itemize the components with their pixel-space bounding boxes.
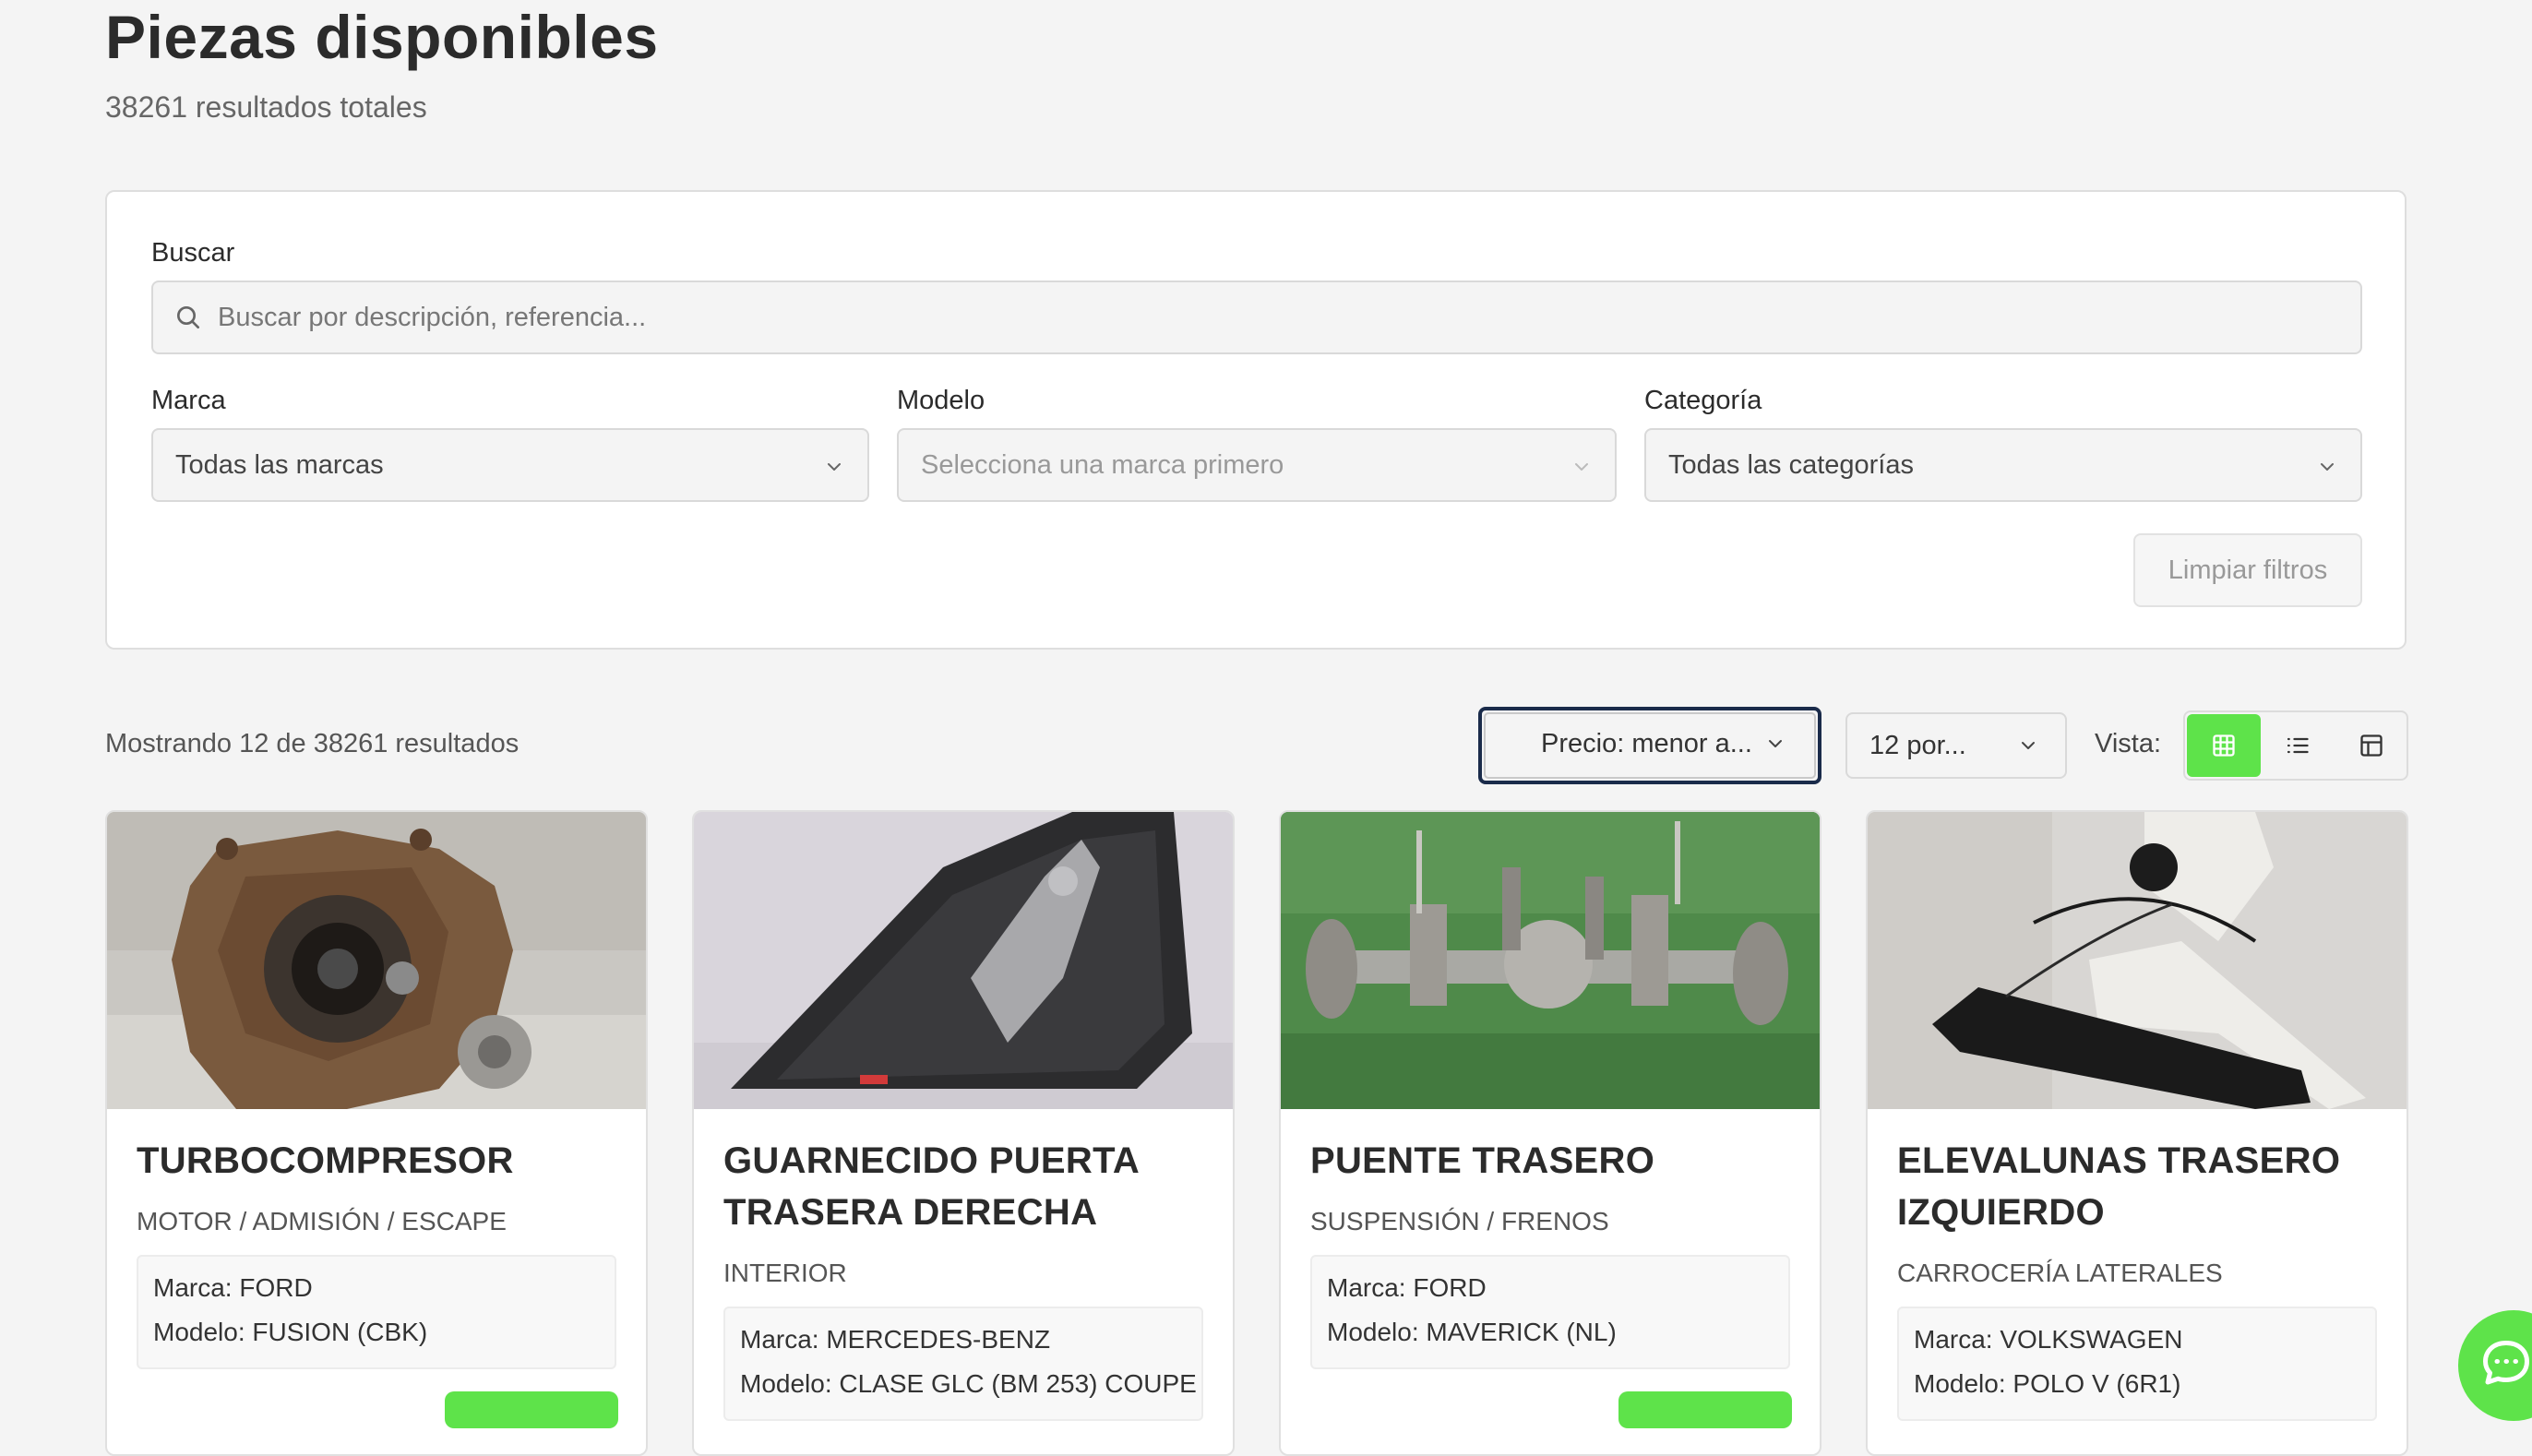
product-action-button[interactable] <box>1618 1391 1792 1428</box>
product-card[interactable]: ELEVALUNAS TRASERO IZQUIERDO CARROCERÍA … <box>1866 810 2408 1456</box>
view-label: Vista: <box>2095 729 2162 758</box>
product-card[interactable]: TURBOCOMPRESOR MOTOR / ADMISIÓN / ESCAPE… <box>105 810 648 1456</box>
model-label: Modelo <box>897 386 985 415</box>
list-view-button[interactable] <box>2261 714 2335 777</box>
clear-filters-button[interactable]: Limpiar filtros <box>2133 533 2362 607</box>
grid-icon <box>2213 734 2235 757</box>
chevron-down-icon <box>1769 740 1782 747</box>
page-title: Piezas disponibles <box>105 3 659 71</box>
product-info-box: Marca: VOLKSWAGEN Modelo: POLO V (6R1) <box>1897 1307 2377 1421</box>
product-category: INTERIOR <box>723 1259 847 1287</box>
product-brand: Marca: MERCEDES-BENZ <box>740 1325 1051 1354</box>
product-model: Modelo: MAVERICK (NL) <box>1327 1318 1617 1346</box>
product-info-box: Marca: FORD Modelo: FUSION (CBK) <box>137 1255 616 1369</box>
product-brand: Marca: FORD <box>1327 1273 1487 1302</box>
chevron-down-icon <box>2321 463 2334 471</box>
brand-label: Marca <box>151 386 226 415</box>
list-icon <box>2287 737 2309 754</box>
product-model: Modelo: FUSION (CBK) <box>153 1318 428 1346</box>
product-image <box>1281 812 1820 1109</box>
view-toggle <box>2183 710 2408 781</box>
model-select[interactable]: Selecciona una marca primero <box>897 428 1617 502</box>
product-category: MOTOR / ADMISIÓN / ESCAPE <box>137 1207 507 1235</box>
product-brand: Marca: VOLKSWAGEN <box>1914 1325 2183 1354</box>
grid-view-button[interactable] <box>2187 714 2261 777</box>
total-results-count: 38261 resultados totales <box>105 90 427 124</box>
sort-select-value: Precio: menor a... <box>1541 729 1752 758</box>
brand-select-value: Todas las marcas <box>175 450 384 480</box>
product-image <box>107 812 646 1109</box>
product-action-button[interactable] <box>445 1391 618 1428</box>
product-category: SUSPENSIÓN / FRENOS <box>1310 1207 1609 1235</box>
search-input[interactable] <box>218 282 2340 352</box>
sort-select[interactable]: Precio: menor a... <box>1478 707 1821 784</box>
chevron-down-icon <box>2022 742 2035 749</box>
product-card[interactable]: PUENTE TRASERO SUSPENSIÓN / FRENOS Marca… <box>1279 810 1821 1456</box>
results-summary: Mostrando 12 de 38261 resultados <box>105 729 520 758</box>
per-page-select[interactable]: 12 por... <box>1845 712 2067 779</box>
chat-button[interactable] <box>2458 1310 2532 1421</box>
product-title: PUENTE TRASERO <box>1310 1140 1655 1181</box>
product-brand: Marca: FORD <box>153 1273 313 1302</box>
product-model: Modelo: CLASE GLC (BM 253) COUPE <box>740 1369 1197 1398</box>
product-info-box: Marca: MERCEDES-BENZ Modelo: CLASE GLC (… <box>723 1307 1203 1421</box>
product-info-box: Marca: FORD Modelo: MAVERICK (NL) <box>1310 1255 1790 1369</box>
category-select[interactable]: Todas las categorías <box>1644 428 2362 502</box>
product-title: TURBOCOMPRESOR <box>137 1140 514 1181</box>
search-label: Buscar <box>151 238 235 268</box>
category-label: Categoría <box>1644 386 1762 415</box>
per-page-select-value: 12 por... <box>1869 731 1966 760</box>
product-category: CARROCERÍA LATERALES <box>1897 1259 2223 1287</box>
search-box[interactable] <box>151 280 2362 354</box>
filter-panel: Buscar Marca Todas las marcas Modelo Sel… <box>105 190 2407 650</box>
product-card[interactable]: GUARNECIDO PUERTA TRASERA DERECHA INTERI… <box>692 810 1235 1456</box>
search-icon <box>177 306 199 328</box>
brand-select[interactable]: Todas las marcas <box>151 428 869 502</box>
chevron-down-icon <box>828 463 841 471</box>
chevron-down-icon <box>1575 463 1588 471</box>
category-select-value: Todas las categorías <box>1668 450 1914 480</box>
product-title: GUARNECIDO PUERTA TRASERA DERECHA <box>723 1140 1139 1233</box>
model-select-value: Selecciona una marca primero <box>921 450 1284 480</box>
product-title: ELEVALUNAS TRASERO IZQUIERDO <box>1897 1140 2341 1233</box>
chat-icon <box>2483 1341 2529 1385</box>
product-model: Modelo: POLO V (6R1) <box>1914 1369 2181 1398</box>
product-image <box>1868 812 2407 1109</box>
table-icon <box>2360 734 2383 757</box>
product-image <box>694 812 1233 1109</box>
table-view-button[interactable] <box>2335 714 2408 777</box>
